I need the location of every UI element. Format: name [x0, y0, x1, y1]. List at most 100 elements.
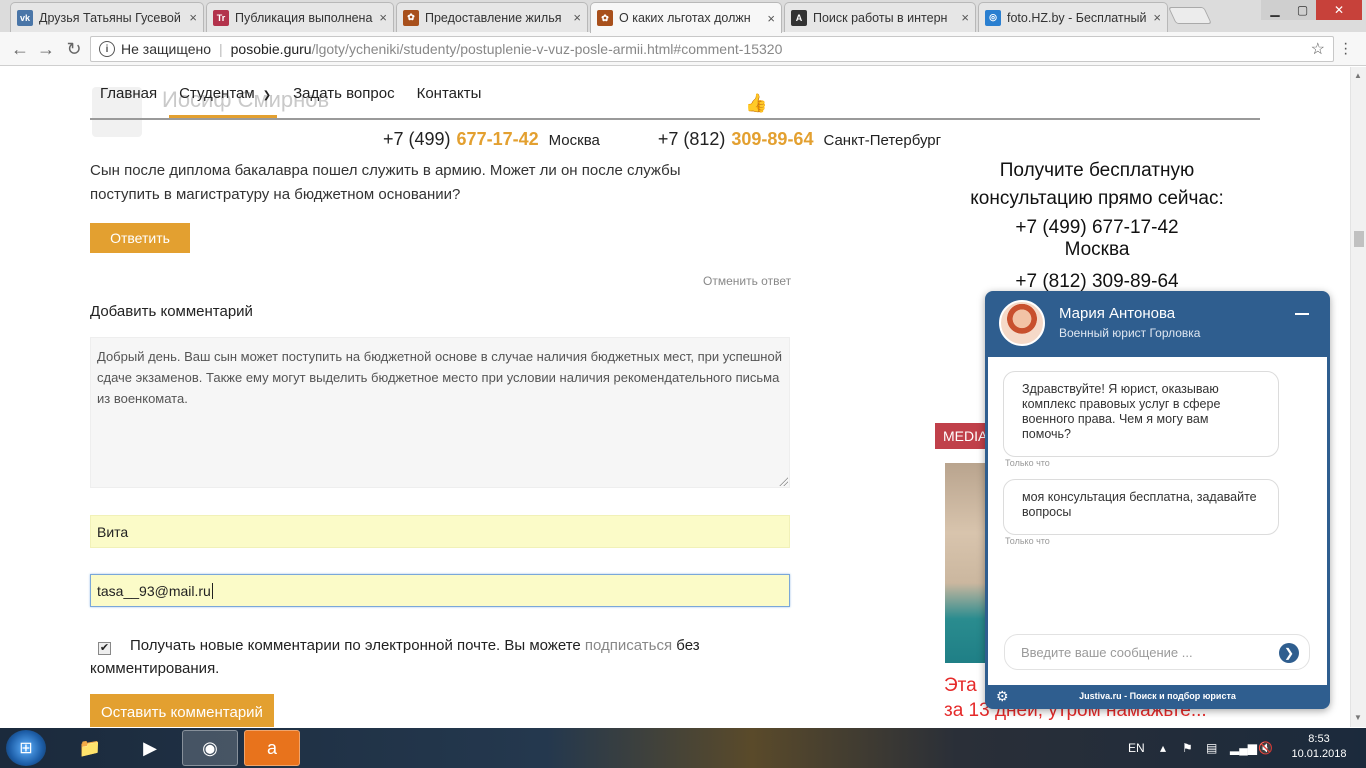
scrollbar-thumb[interactable] [1354, 231, 1364, 247]
reply-button[interactable]: Ответить [90, 223, 190, 253]
email-field[interactable]: tasa__93@mail.ru [90, 574, 790, 607]
browser-tab[interactable]: ✿ Предоставление жилья × [396, 2, 588, 32]
volume-muted-icon[interactable]: 🔇 [1258, 728, 1273, 768]
info-icon[interactable]: i [99, 41, 115, 57]
phone-prefix: +7 (812) [657, 129, 726, 149]
phone-city: Санкт-Петербург [823, 132, 942, 149]
chevron-down-icon: ❯ [262, 89, 272, 101]
subscribe-option: ✔ Получать новые комментарии по электронн… [90, 634, 730, 680]
security-status: Не защищено [121, 41, 211, 57]
agent-role: Военный юрист Горловка [1059, 326, 1201, 340]
windows-start-icon[interactable]: ⊞ [6, 730, 46, 766]
send-arrow-icon[interactable]: ❯ [1279, 643, 1299, 663]
browser-toolbar: ← → ↻ i Не защищено | posobie.guru/lgoty… [0, 32, 1366, 66]
chrome-icon[interactable]: ◉ [182, 730, 238, 766]
ad-image[interactable] [945, 463, 990, 663]
close-tab-icon[interactable]: × [189, 10, 197, 25]
close-window-icon[interactable]: ✕ [1316, 0, 1362, 20]
browser-tab[interactable]: vk Друзья Татьяны Гусевой × [10, 2, 204, 32]
printer-icon[interactable]: ▤ [1206, 728, 1217, 768]
close-tab-icon[interactable]: × [961, 10, 969, 25]
chat-footer[interactable]: Justiva.ru - Поиск и подбор юриста [985, 687, 1330, 705]
nav-label: Задать вопрос [293, 84, 395, 102]
comment-text: Добрый день. Ваш сын может поступить на … [97, 349, 782, 406]
chat-body: Здравствуйте! Я юрист, оказываю комплекс… [988, 357, 1327, 685]
sidebar-phone-spb[interactable]: +7 (812) 309-89-64 [950, 271, 1244, 293]
nav-label: Студентам [179, 84, 255, 102]
thumbs-up-icon: 👍 [745, 93, 768, 113]
close-tab-icon[interactable]: × [767, 11, 775, 26]
minimize-window-icon[interactable]: ▁ [1261, 0, 1289, 20]
media-player-icon[interactable]: ▶ [122, 730, 178, 766]
browser-menu-icon[interactable]: · · · [1343, 36, 1348, 62]
new-tab-button[interactable] [1168, 7, 1212, 24]
sidebar-phone-moscow[interactable]: +7 (499) 677-17-42 [950, 217, 1244, 239]
question-text: Сын после диплома бакалавра пошел служит… [90, 162, 681, 203]
phone-prefix: +7 (499) [383, 129, 451, 149]
maximize-window-icon[interactable]: ▢ [1289, 0, 1316, 20]
submit-comment-button[interactable]: Оставить комментарий [90, 694, 274, 727]
header-phones: +7 (499) 677-17-42 Москва +7 (812) 309-8… [383, 129, 941, 150]
subscribe-checkbox[interactable]: ✔ [98, 642, 111, 655]
tab-strip: vk Друзья Татьяны Гусевой × Tr Публикаци… [0, 0, 1366, 33]
show-hidden-icons-icon[interactable]: ▴ [1160, 728, 1166, 768]
chat-message-time: Только что [1005, 536, 1050, 546]
tab-title: foto.HZ.by - Бесплатный [1007, 10, 1147, 25]
system-clock[interactable]: 8:53 10.01.2018 [1284, 732, 1354, 762]
browser-tab[interactable]: A Поиск работы в интерн × [784, 2, 976, 32]
comment-textarea[interactable]: Добрый день. Ваш сын может поступить на … [90, 337, 790, 488]
back-arrow-icon[interactable]: ← [8, 37, 32, 61]
phone-number-spb[interactable]: 309-89-64 [731, 129, 813, 150]
vertical-scrollbar[interactable]: ▲ ▼ [1350, 67, 1366, 727]
nav-divider [90, 118, 1260, 120]
phone-city: Москва [548, 132, 600, 149]
nav-label: Контакты [416, 84, 482, 102]
tt-icon: Tr [213, 9, 229, 26]
subscribe-link[interactable]: подписаться [585, 637, 672, 654]
chat-message: Здравствуйте! Я юрист, оказываю комплекс… [1003, 371, 1279, 457]
nav-item-home[interactable]: Главная [100, 71, 157, 116]
tab-title: Друзья Татьяны Гусевой [39, 10, 181, 25]
text-caret [211, 582, 213, 599]
add-comment-title: Добавить комментарий [90, 303, 253, 320]
chat-message-text: моя консультация бесплатна, задавайте во… [1022, 490, 1257, 519]
file-explorer-icon[interactable]: 📁 [62, 730, 118, 766]
main-navigation: Главная Студентам ❯ Задать вопрос Контакт… [90, 67, 503, 119]
sidebar-title: Получите бесплатную консультацию прямо с… [970, 160, 1224, 209]
cancel-reply-link[interactable]: Отменить ответ [703, 274, 791, 288]
reload-icon[interactable]: ↻ [62, 37, 86, 61]
minimize-chat-icon[interactable] [1295, 313, 1309, 315]
nav-item-students[interactable]: Студентам ❯ [169, 71, 278, 118]
url-path: /lgoty/ycheniki/studenty/postuplenie-v-v… [311, 41, 783, 57]
taskbar: ⊞ 📁 ▶ ◉ a EN ▴ ⚑ ▤ ▂▄▆ 🔇 8:53 10.01.2018 [0, 728, 1366, 768]
avast-icon[interactable]: a [244, 730, 300, 766]
clock-time: 8:53 [1308, 733, 1330, 745]
bookmark-star-icon[interactable]: ☆ [1311, 39, 1325, 59]
name-value: Вита [97, 523, 129, 540]
chat-message-input[interactable]: Введите ваше сообщение ... ❯ [1004, 634, 1310, 670]
agent-name: Мария Антонова [1059, 305, 1176, 322]
site-icon: ✿ [403, 9, 419, 26]
nav-item-ask-question[interactable]: Задать вопрос [293, 71, 394, 116]
scroll-up-arrow-icon[interactable]: ▲ [1354, 71, 1362, 80]
browser-tab-active[interactable]: ✿ О каких льготах должн × [590, 2, 782, 33]
browser-tab[interactable]: ◎ foto.HZ.by - Бесплатный × [978, 2, 1168, 32]
url-host: posobie.guru [230, 41, 312, 57]
sidebar-city: Москва [1064, 239, 1130, 260]
nav-item-contacts[interactable]: Контакты [417, 71, 482, 116]
phone-number-moscow[interactable]: 677-17-42 [457, 129, 539, 150]
scroll-down-arrow-icon[interactable]: ▼ [1354, 713, 1362, 722]
chat-input-placeholder: Введите ваше сообщение ... [1021, 644, 1193, 660]
close-tab-icon[interactable]: × [573, 10, 581, 25]
email-value: tasa__93@mail.ru [97, 582, 211, 599]
flag-icon[interactable]: ⚑ [1182, 728, 1193, 768]
language-indicator[interactable]: EN [1128, 728, 1145, 768]
address-bar[interactable]: i Не защищено | posobie.guru/lgoty/ychen… [90, 36, 1334, 62]
network-signal-icon[interactable]: ▂▄▆ [1230, 728, 1257, 768]
resize-handle-icon[interactable] [778, 476, 788, 486]
close-tab-icon[interactable]: × [379, 10, 387, 25]
browser-tab[interactable]: Tr Публикация выполнена × [206, 2, 394, 32]
close-tab-icon[interactable]: × [1153, 10, 1161, 25]
forward-arrow-icon[interactable]: → [34, 37, 58, 61]
name-field[interactable]: Вита [90, 515, 790, 548]
